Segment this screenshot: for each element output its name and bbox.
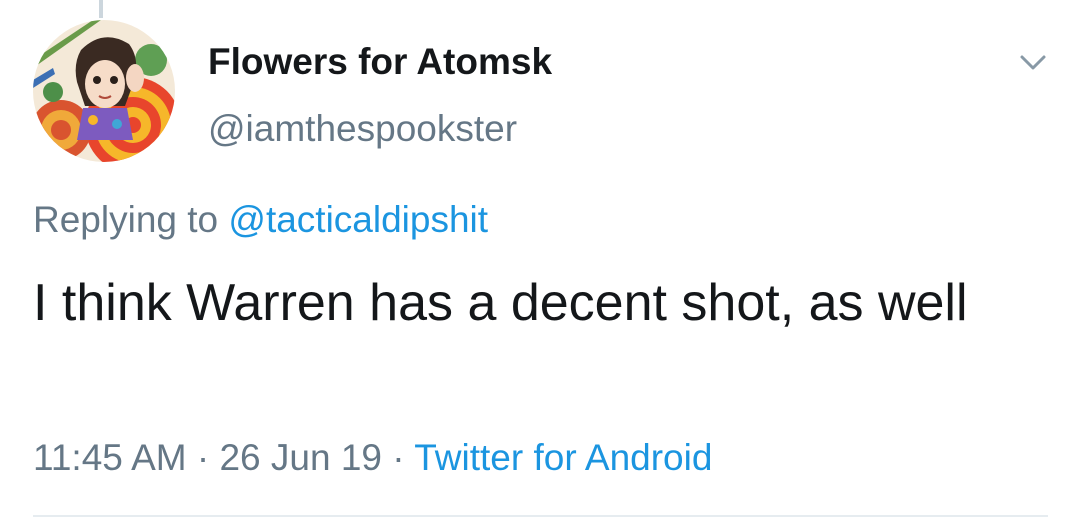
tweet-source-link[interactable]: Twitter for Android [414, 437, 712, 478]
author-display-name[interactable]: Flowers for Atomsk [208, 38, 552, 86]
tweet-time[interactable]: 11:45 AM [33, 437, 187, 478]
thread-connector-line [99, 0, 103, 18]
divider [33, 515, 1048, 517]
meta-separator: · [196, 437, 210, 478]
tweet-menu-button[interactable] [1012, 46, 1054, 78]
meta-separator: · [392, 437, 405, 478]
tweet-text: I think Warren has a decent shot, as wel… [33, 274, 968, 332]
avatar[interactable] [33, 20, 175, 162]
reply-prefix: Replying to [33, 199, 219, 240]
reply-context: Replying to @tacticaldipshit [33, 196, 488, 244]
reply-mention-link[interactable]: @tacticaldipshit [228, 199, 488, 240]
avatar-illustration-icon [33, 20, 175, 162]
tweet-metadata: 11:45 AM · 26 Jun 19 · Twitter for Andro… [33, 434, 712, 482]
chevron-down-icon [1020, 55, 1046, 70]
tweet-date[interactable]: 26 Jun 19 [219, 437, 382, 478]
author-handle[interactable]: @iamthespookster [208, 105, 517, 153]
